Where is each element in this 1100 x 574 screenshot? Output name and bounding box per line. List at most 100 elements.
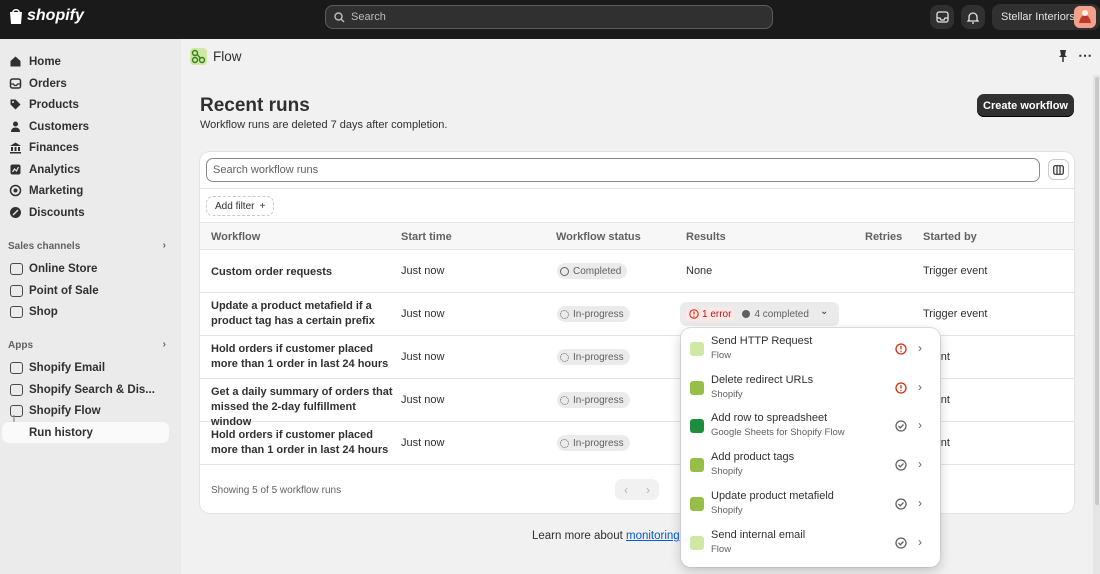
- sidebar-item-run-history[interactable]: Run history: [2, 422, 169, 443]
- sidebar-item-analytics[interactable]: Analytics: [2, 159, 169, 180]
- learn-more-text: Learn more about monitoring w: [532, 530, 691, 542]
- popover-item[interactable]: Add product tags Shopify ›: [681, 448, 940, 486]
- sidebar-item-label: Discounts: [29, 206, 85, 219]
- sidebar-item-shop[interactable]: Shop: [2, 301, 169, 322]
- search-placeholder: Search: [351, 11, 386, 23]
- search-workflow-runs-input[interactable]: Search workflow runs: [206, 158, 1040, 182]
- status-progress-icon: [560, 352, 569, 362]
- apps-header[interactable]: Apps ›: [8, 339, 166, 351]
- search-placeholder: Search workflow runs: [213, 164, 319, 176]
- sidebar-item-label: Point of Sale: [29, 284, 99, 297]
- sales-channels-label: Sales channels: [8, 241, 81, 252]
- shopify-logo[interactable]: shopify: [8, 7, 84, 25]
- sidebar-item-discounts[interactable]: Discounts: [2, 202, 169, 223]
- brand-name: shopify: [27, 7, 84, 24]
- completed-dot-icon: [742, 310, 751, 318]
- step-source: Google Sheets for Shopify Flow: [711, 427, 845, 438]
- store-name: Stellar Interiors: [1001, 11, 1075, 23]
- columns-button[interactable]: [1048, 159, 1069, 180]
- status-progress-icon: [560, 309, 569, 319]
- sidebar-item-label: Finances: [29, 141, 79, 154]
- sidebar-item-label: Marketing: [29, 184, 84, 197]
- store-avatar: [1074, 6, 1096, 28]
- page-title: Recent runs: [200, 95, 310, 116]
- sidebar-item-shopify-search[interactable]: Shopify Search & Dis...: [2, 379, 169, 400]
- error-count-label: 1 error: [702, 308, 732, 320]
- bank-icon: [10, 142, 21, 154]
- shopify-bag-icon: [690, 458, 704, 472]
- sidebar-item-products[interactable]: Products: [2, 94, 169, 115]
- check-circle-icon: [895, 537, 907, 549]
- workflow-name[interactable]: Hold orders if customer placed more than…: [211, 428, 396, 458]
- workflow-name[interactable]: Update a product metafield if a product …: [211, 299, 396, 329]
- pagination: ‹ ›: [615, 479, 659, 500]
- sidebar-item-orders[interactable]: Orders: [2, 73, 169, 94]
- error-status-icon: [895, 343, 907, 355]
- chevron-right-icon: ›: [918, 341, 922, 355]
- popover-item[interactable]: Update product metafield Shopify ›: [681, 487, 940, 525]
- status-label: In-progress: [573, 351, 624, 363]
- next-page-icon[interactable]: ›: [646, 483, 650, 497]
- column-header-status[interactable]: Workflow status: [556, 231, 641, 243]
- sales-channels-header[interactable]: Sales channels ›: [8, 240, 166, 252]
- store-menu-button[interactable]: Stellar Interiors: [992, 4, 1100, 30]
- inbox-button[interactable]: [930, 5, 954, 29]
- check-circle-icon: [895, 498, 907, 510]
- start-time: Just now: [401, 351, 445, 363]
- status-progress-icon: [560, 438, 569, 448]
- status-badge: In-progress: [557, 392, 630, 408]
- alert-circle-icon: [689, 309, 699, 319]
- column-header-workflow[interactable]: Workflow: [211, 231, 260, 243]
- add-filter-button[interactable]: Add filter +: [206, 196, 275, 216]
- scrollbar-thumb[interactable]: [1095, 77, 1099, 505]
- status-badge: In-progress: [557, 306, 630, 322]
- sidebar-item-shopify-email[interactable]: Shopify Email: [2, 357, 169, 378]
- sidebar-item-online-store[interactable]: Online Store: [2, 258, 169, 279]
- table-row[interactable]: Update a product metafield if a product …: [200, 293, 1074, 336]
- tag-icon: [10, 99, 21, 110]
- results-dropdown-button[interactable]: 1 error 4 completed ⌄: [680, 302, 839, 326]
- status-badge: Completed: [557, 263, 628, 279]
- sidebar-item-label: Shopify Flow: [29, 404, 101, 417]
- popover-item[interactable]: Send HTTP Request Flow ›: [681, 332, 940, 370]
- chevron-right-icon: ›: [918, 496, 922, 510]
- sidebar-item-point-of-sale[interactable]: Point of Sale: [2, 280, 169, 301]
- column-header-results[interactable]: Results: [686, 231, 726, 243]
- previous-page-icon[interactable]: ‹: [624, 483, 628, 497]
- popover-item[interactable]: Delete redirect URLs Shopify ›: [681, 371, 940, 409]
- start-time: Just now: [401, 437, 445, 449]
- column-header-started-by[interactable]: Started by: [923, 231, 977, 243]
- notifications-button[interactable]: [961, 5, 985, 29]
- table-row[interactable]: Get a daily summary of orders that misse…: [200, 379, 1074, 428]
- table-row[interactable]: Custom order requests Just now Completed…: [200, 250, 1074, 293]
- sidebar-item-shopify-flow[interactable]: Shopify Flow: [2, 400, 169, 421]
- add-filter-label: Add filter: [215, 200, 255, 212]
- sidebar-item-customers[interactable]: Customers: [2, 116, 169, 137]
- online-store-icon: [10, 263, 23, 275]
- sidebar-item-label: Shop: [29, 305, 58, 318]
- column-header-retries[interactable]: Retries: [865, 231, 902, 243]
- step-name: Delete redirect URLs: [711, 374, 814, 386]
- popover-item[interactable]: Add row to spreadsheet Google Sheets for…: [681, 409, 940, 447]
- workflow-name[interactable]: Hold orders if customer placed more than…: [211, 342, 396, 372]
- global-search-input[interactable]: Search: [325, 5, 773, 29]
- main-content: Flow ⋯ Recent runs Workflow runs are del…: [181, 39, 1100, 574]
- sidebar-item-finances[interactable]: Finances: [2, 137, 169, 158]
- popover-item[interactable]: Send internal email Flow ›: [681, 526, 940, 564]
- sidebar-item-label: Customers: [29, 120, 90, 133]
- column-header-start-time[interactable]: Start time: [401, 231, 452, 243]
- more-actions-icon[interactable]: ⋯: [1078, 47, 1093, 64]
- table-row[interactable]: Hold orders if customer placed more than…: [200, 336, 1074, 379]
- create-workflow-button[interactable]: Create workflow: [977, 94, 1074, 117]
- page-subtitle: Workflow runs are deleted 7 days after c…: [200, 119, 448, 131]
- table-row[interactable]: Hold orders if customer placed more than…: [200, 422, 1074, 465]
- sidebar-item-home[interactable]: Home: [2, 51, 169, 72]
- workflow-name[interactable]: Custom order requests: [211, 265, 396, 280]
- sidebar-item-marketing[interactable]: Marketing: [2, 180, 169, 201]
- pin-icon[interactable]: [1057, 49, 1069, 63]
- sidebar-item-label: Online Store: [29, 262, 98, 275]
- completed-count-badge: 4 completed: [742, 309, 809, 320]
- shopify-bag-icon: [690, 497, 704, 511]
- search-app-icon: [10, 384, 23, 396]
- top-bar: shopify Search Stellar Interiors: [0, 0, 1100, 39]
